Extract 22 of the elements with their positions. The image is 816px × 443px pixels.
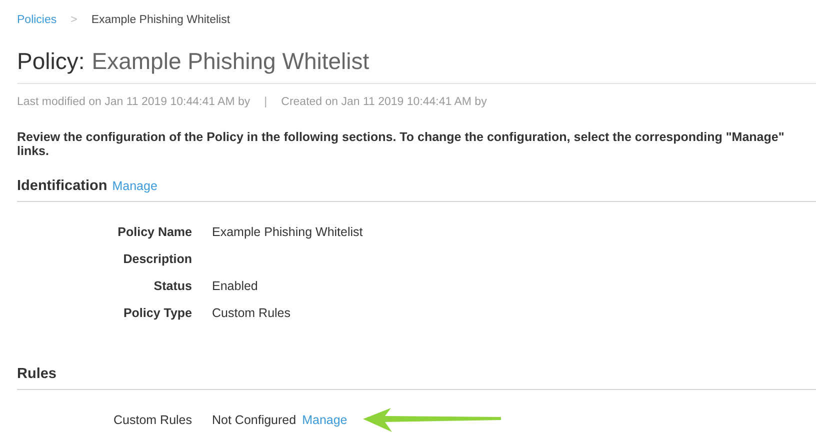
field-label: Policy Name (116, 224, 192, 238)
manage-link[interactable]: Manage (112, 179, 158, 193)
field-value: Enabled (212, 278, 258, 292)
section-heading: Rules (17, 366, 56, 382)
field-label: Status (152, 278, 192, 292)
modified-info: Last modified on Jan 11 2019 10:44:41 AM by (17, 96, 250, 108)
field-value: Example Phishing Whitelist (212, 224, 363, 238)
meta-separator: | (264, 96, 268, 108)
field-label: Policy Type (122, 306, 192, 320)
intro-text: Review the configuration of the Policy in the following sections. To change the configuration, select the corresponding "Manage" links. (17, 130, 786, 158)
page-title: Example Phishing Whitelist (92, 48, 370, 75)
section-heading: Identification (17, 178, 108, 194)
field-value: Not Configured (212, 412, 296, 426)
breadcrumb-link[interactable]: Policies (17, 14, 57, 26)
breadcrumb-current: Example Phishing Whitelist (91, 14, 230, 26)
field-value: Custom Rules (212, 306, 290, 320)
field-label: Description (122, 252, 192, 266)
created-info: Created on Jan 11 2019 10:44:41 AM by (281, 96, 487, 108)
field-label: Custom Rules (112, 412, 192, 426)
manage-link[interactable]: Manage (302, 412, 348, 426)
page-title-prefix: Policy: (17, 48, 85, 75)
breadcrumb-separator: > (70, 14, 78, 26)
